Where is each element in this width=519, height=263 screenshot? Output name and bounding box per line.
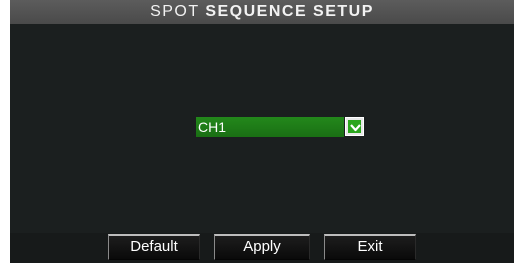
- chevron-down-icon: [350, 124, 361, 132]
- apply-button[interactable]: Apply: [214, 234, 310, 260]
- exit-button[interactable]: Exit: [324, 234, 416, 260]
- default-button[interactable]: Default: [108, 234, 200, 260]
- spot-sequence-setup-window: SPOT SEQUENCE SETUP CH1: [10, 0, 514, 263]
- window-title-bar: SPOT SEQUENCE SETUP: [10, 0, 514, 24]
- title-prefix: SPOT: [150, 3, 200, 20]
- channel-dropdown-button[interactable]: [345, 117, 364, 136]
- title-main: SEQUENCE SETUP: [205, 3, 374, 20]
- channel-select[interactable]: CH1: [196, 117, 344, 137]
